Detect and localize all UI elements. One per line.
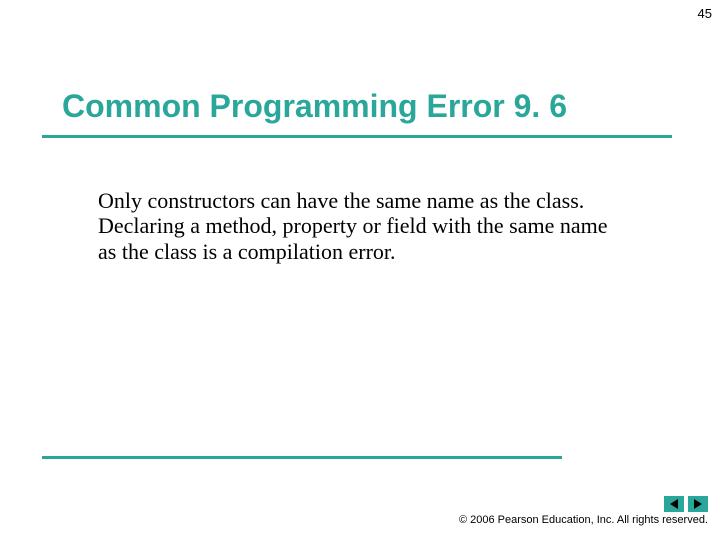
next-button[interactable]: [688, 496, 708, 512]
body-text: Only constructors can have the same name…: [98, 188, 618, 264]
nav-controls: [664, 496, 708, 512]
prev-button[interactable]: [664, 496, 684, 512]
slide-title: Common Programming Error 9. 6: [62, 88, 567, 125]
bottom-rule: [42, 456, 562, 459]
title-underline: [42, 135, 672, 138]
triangle-right-icon: [694, 499, 702, 509]
triangle-left-icon: [670, 499, 678, 509]
slide: 45 Common Programming Error 9. 6 Only co…: [0, 0, 720, 540]
copyright-text: © 2006 Pearson Education, Inc. All right…: [459, 514, 708, 526]
page-number: 45: [698, 6, 712, 21]
